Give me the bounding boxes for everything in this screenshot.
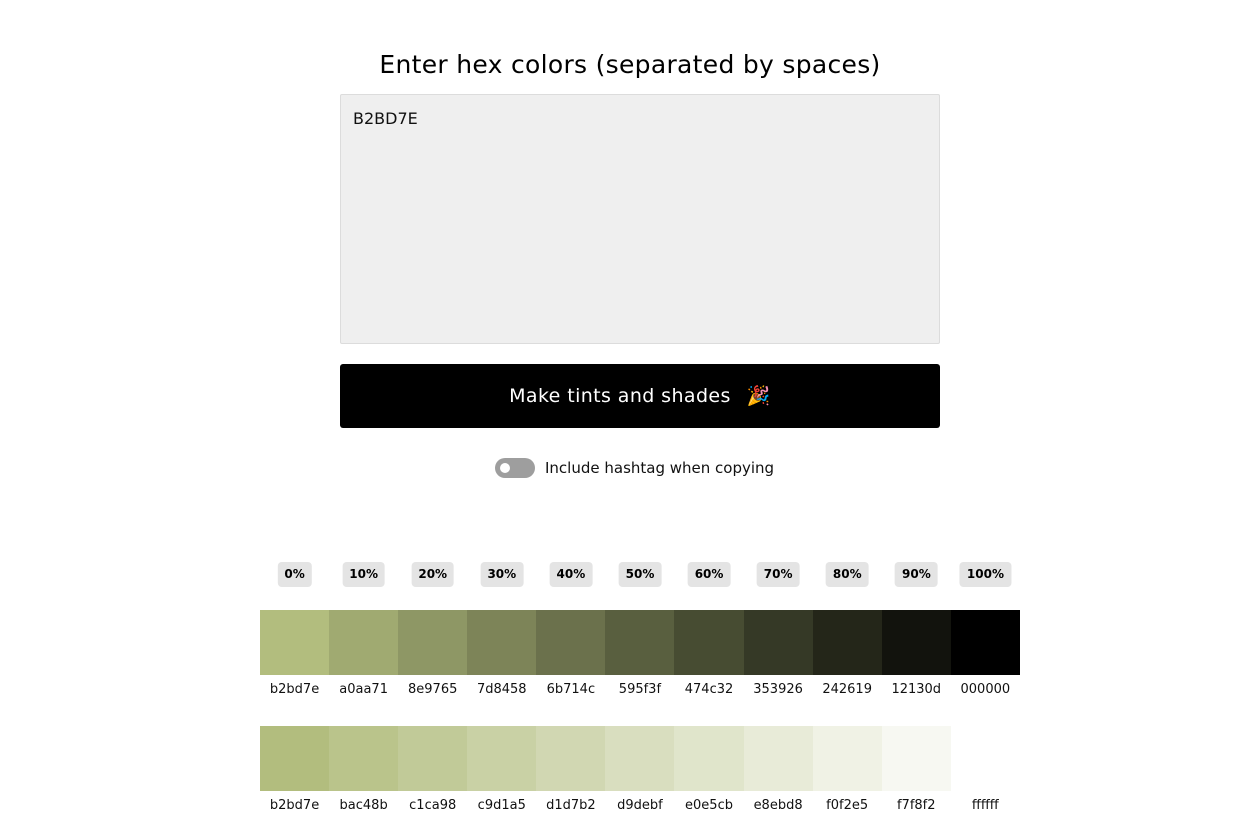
percentage-badge[interactable]: 50% [618, 562, 662, 587]
shade-swatch[interactable] [398, 610, 468, 675]
shade-hex-label[interactable]: a0aa71 [329, 682, 398, 700]
hashtag-toggle-label: Include hashtag when copying [545, 459, 775, 477]
page: Enter hex colors (separated by spaces) B… [0, 0, 1260, 828]
hashtag-toggle[interactable] [495, 458, 535, 478]
percentage-row: 0% 10% 20% 30% 40% 50% 60% 70% 80% 90% 100% [260, 562, 1020, 587]
shade-hex-label[interactable]: b2bd7e [260, 682, 329, 700]
tint-swatch[interactable] [467, 726, 537, 791]
percentage-badge[interactable]: 60% [687, 562, 731, 587]
tint-swatch[interactable] [260, 726, 330, 791]
shade-swatch[interactable] [812, 610, 882, 675]
tint-swatch[interactable] [743, 726, 813, 791]
tint-hex-label[interactable]: b2bd7e [260, 798, 329, 816]
make-button-label: Make tints and shades [509, 385, 731, 407]
percentage-badge[interactable]: 10% [342, 562, 385, 587]
tint-hex-label[interactable]: c1ca98 [398, 798, 467, 816]
percentage-badge[interactable]: 0% [277, 562, 312, 587]
shades-label-row: b2bd7e a0aa71 8e9765 7d8458 6b714c 595f3f 474c… [260, 682, 1020, 700]
shade-hex-label[interactable]: 353926 [744, 682, 813, 700]
party-popper-icon: 🎉 [746, 384, 771, 407]
toggle-knob [500, 463, 510, 473]
shade-hex-label[interactable]: 6b714c [536, 682, 605, 700]
tint-hex-label[interactable]: d9debf [605, 798, 674, 816]
shade-swatch[interactable] [260, 610, 330, 675]
shade-swatch[interactable] [467, 610, 537, 675]
tint-swatch[interactable] [605, 726, 675, 791]
percentage-badge[interactable]: 70% [756, 562, 800, 587]
tint-hex-label[interactable]: bac48b [329, 798, 398, 816]
shades-swatch-row [260, 610, 1020, 675]
page-title: Enter hex colors (separated by spaces) [379, 50, 881, 79]
tint-swatch[interactable] [812, 726, 882, 791]
shade-hex-label[interactable]: 595f3f [605, 682, 674, 700]
shade-hex-label[interactable]: 12130d [882, 682, 951, 700]
tint-swatch[interactable] [950, 726, 1020, 791]
shade-swatch[interactable] [605, 610, 675, 675]
shade-swatch[interactable] [881, 610, 951, 675]
hex-colors-input[interactable]: B2BD7E [340, 94, 940, 344]
shade-swatch[interactable] [743, 610, 813, 675]
make-tints-and-shades-button[interactable]: Make tints and shades 🎉 [340, 364, 940, 428]
tint-swatch[interactable] [881, 726, 951, 791]
tint-hex-label[interactable]: ffffff [951, 798, 1020, 816]
percentage-badge[interactable]: 20% [411, 562, 455, 587]
tints-swatch-row [260, 726, 1020, 791]
percentage-badge[interactable]: 90% [894, 562, 938, 587]
tint-hex-label[interactable]: c9d1a5 [467, 798, 536, 816]
shade-hex-label[interactable]: 474c32 [674, 682, 743, 700]
tint-swatch[interactable] [398, 726, 468, 791]
tint-hex-label[interactable]: e0e5cb [674, 798, 743, 816]
tint-swatch[interactable] [329, 726, 399, 791]
shade-hex-label[interactable]: 8e9765 [398, 682, 467, 700]
shade-swatch[interactable] [950, 610, 1020, 675]
percentage-badge[interactable]: 30% [480, 562, 524, 587]
tint-hex-label[interactable]: f7f8f2 [882, 798, 951, 816]
tints-label-row: b2bd7e bac48b c1ca98 c9d1a5 d1d7b2 d9debf e0e5… [260, 798, 1020, 816]
hashtag-option: Include hashtag when copying [495, 458, 774, 478]
percentage-badge[interactable]: 100% [959, 562, 1011, 587]
shade-swatch[interactable] [329, 610, 399, 675]
tint-hex-label[interactable]: d1d7b2 [536, 798, 605, 816]
tint-swatch[interactable] [674, 726, 744, 791]
shade-hex-label[interactable]: 7d8458 [467, 682, 536, 700]
shade-swatch[interactable] [536, 610, 606, 675]
shade-hex-label[interactable]: 242619 [813, 682, 882, 700]
shade-hex-label[interactable]: 000000 [951, 682, 1020, 700]
tint-hex-label[interactable]: f0f2e5 [813, 798, 882, 816]
tint-hex-label[interactable]: e8ebd8 [744, 798, 813, 816]
shade-swatch[interactable] [674, 610, 744, 675]
tint-swatch[interactable] [536, 726, 606, 791]
percentage-badge[interactable]: 80% [825, 562, 869, 587]
percentage-badge[interactable]: 40% [549, 562, 593, 587]
